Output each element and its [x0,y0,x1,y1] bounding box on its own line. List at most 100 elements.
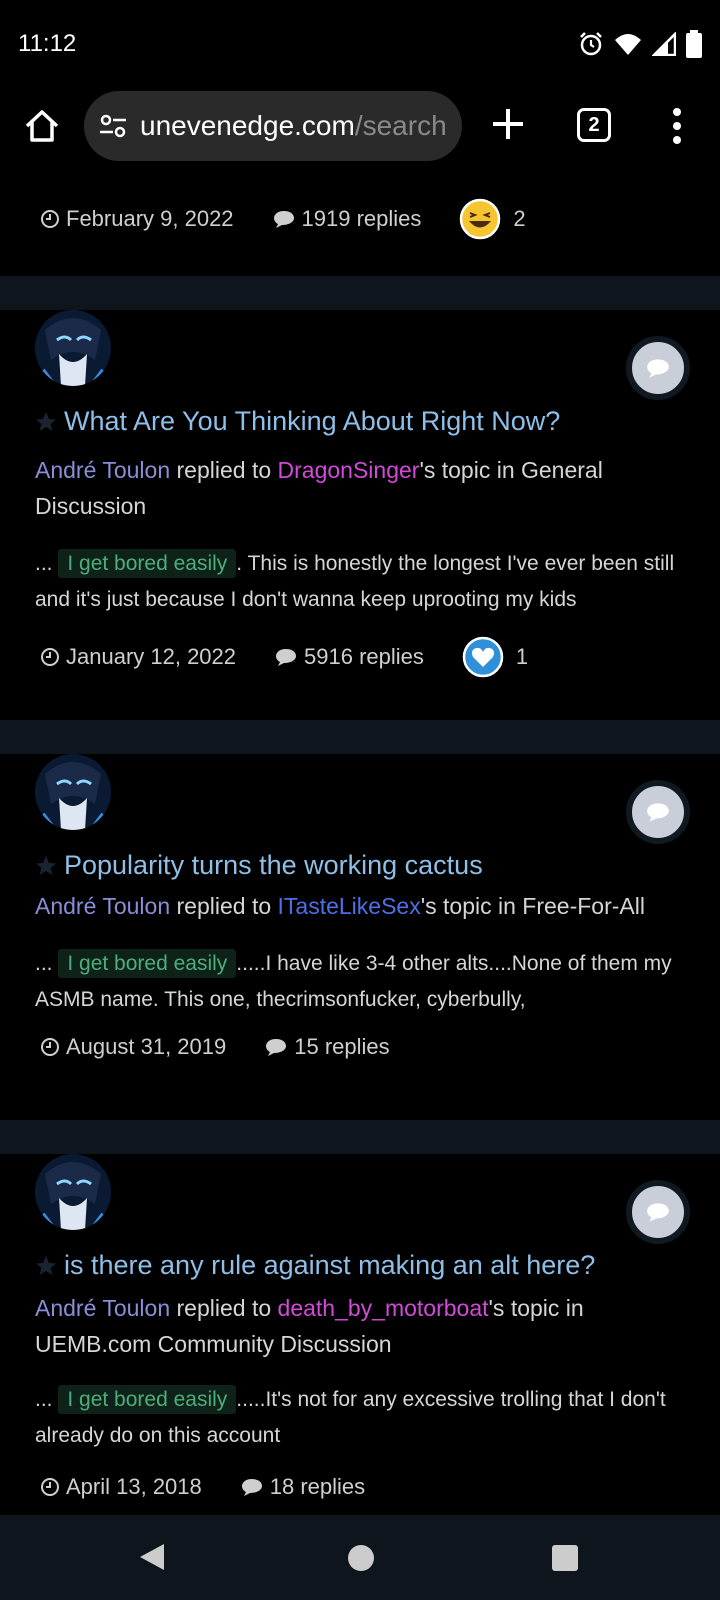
result-title-text[interactable]: What Are You Thinking About Right Now? [64,406,560,437]
search-highlight: I get bored easily [58,949,237,978]
result-snippet: ... I get bored easily .....I have like 3… [35,946,695,1018]
tab-switcher-icon[interactable]: 2 [577,108,611,142]
reply-count: 15 replies [264,1034,390,1060]
browser-toolbar: unevenedge.com/search 2 [0,88,720,164]
plus-icon[interactable] [488,104,528,144]
like-reaction-icon [462,636,504,678]
comment-icon [647,359,669,378]
comment-type-badge [626,780,690,844]
reaction-count: 1 [515,644,529,669]
haha-reaction-icon [460,198,501,240]
reply-count-text: 5916 replies [304,644,424,669]
avatar-image [35,1154,111,1230]
result-divider [0,276,720,310]
avatar-image [35,754,111,830]
author-link[interactable]: André Toulon [35,1295,170,1321]
avatar-image [35,310,111,386]
author-link[interactable]: André Toulon [35,457,170,483]
star-icon[interactable] [34,854,58,878]
top-result-meta: February 9, 2022 1919 replies 2 [40,198,526,240]
reply-count: 18 replies [240,1474,365,1500]
reaction-summary[interactable]: 2 [459,198,526,240]
clock-icon [41,648,59,666]
author-link[interactable]: André Toulon [35,893,170,919]
result-byline: André Toulon replied to ITasteLikeSex's … [35,888,695,924]
clock-icon [41,210,59,228]
result-title[interactable]: Popularity turns the working cactus [34,850,483,881]
reply-count-text: 15 replies [294,1034,390,1059]
result-snippet: ... I get bored easily .....It's not for … [35,1382,695,1454]
search-highlight: I get bored easily [58,549,237,578]
home-nav-icon[interactable] [348,1545,374,1571]
clock-icon [41,1478,59,1496]
reaction-summary[interactable]: 1 [462,636,528,678]
snippet-prefix: ... [35,552,59,575]
date-stamp: April 13, 2018 [40,1474,202,1500]
result-divider [0,720,720,754]
clock-icon [41,1038,59,1056]
snippet-prefix: ... [35,952,59,975]
signal-icon [652,32,676,56]
topic-starter-link[interactable]: ITasteLikeSex [278,893,421,919]
topic-starter-link[interactable]: DragonSinger [278,457,420,483]
date-text: January 12, 2022 [66,644,237,669]
result-snippet: ... I get bored easily. This is honestly… [35,546,695,618]
star-icon[interactable] [34,410,58,434]
search-results-feed[interactable]: February 9, 2022 1919 replies 2 What Are… [0,164,720,1515]
snippet-prefix: ... [35,1388,59,1411]
avatar[interactable] [35,1154,111,1230]
avatar[interactable] [35,754,111,830]
wifi-icon [615,34,641,55]
search-result-card: What Are You Thinking About Right Now? A… [0,310,720,720]
reply-count-text: 1919 replies [301,206,422,231]
home-icon[interactable] [22,106,62,146]
comment-icon [273,211,294,228]
result-divider [0,1120,720,1154]
back-icon[interactable] [138,1542,166,1572]
result-title[interactable]: is there any rule against making an alt … [34,1250,595,1281]
replied-to-text: replied to [170,893,278,919]
date-stamp: February 9, 2022 [40,206,234,232]
result-byline: André Toulon replied to DragonSinger's t… [35,452,695,524]
result-title[interactable]: What Are You Thinking About Right Now? [34,406,560,437]
comment-icon [647,1203,669,1222]
comment-type-badge [626,336,690,400]
result-title-text[interactable]: is there any rule against making an alt … [64,1250,595,1281]
topic-starter-link[interactable]: death_by_motorboat [278,1295,489,1321]
status-bar: 11:12 [0,0,720,88]
reply-count: 5916 replies [274,644,424,670]
address-bar[interactable]: unevenedge.com/search [84,91,462,161]
star-icon[interactable] [34,1254,58,1278]
comment-type-badge [626,1180,690,1244]
result-meta: January 12, 2022 5916 replies 1 [40,636,528,678]
comment-icon [647,803,669,822]
search-highlight: I get bored easily [58,1385,237,1414]
tab-count: 2 [588,113,600,136]
status-time: 11:12 [18,30,77,57]
alarm-icon [580,32,602,56]
url-path: /search [354,110,447,141]
topic-forum-text: 's topic in Free-For-All [420,893,645,919]
result-title-text[interactable]: Popularity turns the working cactus [64,850,483,881]
reaction-count: 2 [513,206,526,231]
date-text: February 9, 2022 [66,206,234,231]
comment-icon [266,1039,287,1056]
comment-icon [241,1479,262,1496]
more-icon[interactable] [664,104,690,148]
date-text: August 31, 2019 [66,1034,227,1059]
status-icons [578,30,702,58]
battery-icon [686,30,702,58]
site-settings-icon[interactable] [98,111,128,141]
url-text: unevenedge.com/search [140,110,447,142]
search-result-card: Popularity turns the working cactus Andr… [0,754,720,1134]
date-stamp: August 31, 2019 [40,1034,226,1060]
result-meta: August 31, 2019 15 replies [40,1034,390,1060]
replied-to-text: replied to [170,457,278,483]
comment-icon [276,649,297,666]
result-meta: April 13, 2018 18 replies [40,1474,365,1500]
reply-count-text: 18 replies [269,1474,366,1499]
search-result-card: is there any rule against making an alt … [0,1154,720,1515]
system-nav-bar [0,1515,720,1600]
avatar[interactable] [35,310,111,386]
recents-icon[interactable] [552,1545,578,1571]
